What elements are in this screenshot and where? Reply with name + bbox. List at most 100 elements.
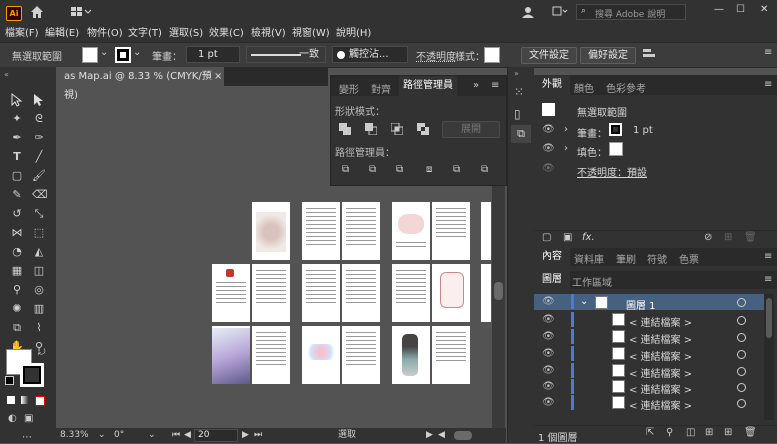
paintbrush-tool-icon[interactable]: 🖌 bbox=[32, 169, 46, 183]
free-transform-tool-icon[interactable]: ⬚ bbox=[32, 226, 46, 240]
stroke-color-box[interactable] bbox=[20, 363, 44, 387]
stroke-weight-field[interactable]: 1 pt bbox=[186, 46, 240, 63]
vertical-scroll-thumb[interactable] bbox=[494, 282, 503, 300]
lasso-tool-icon[interactable]: ᘓ bbox=[32, 112, 46, 126]
last-artboard-icon[interactable]: ⏭ bbox=[254, 428, 262, 443]
artboard-page-7[interactable] bbox=[212, 264, 250, 322]
document-setup-button[interactable]: 文件設定 bbox=[521, 47, 577, 64]
tab-appearance[interactable]: 外觀 bbox=[534, 75, 570, 95]
artboard-page-5[interactable] bbox=[432, 202, 470, 260]
item-visibility-eye-icon[interactable]: 👁 bbox=[542, 314, 555, 325]
close-window-button[interactable]: ✕ bbox=[760, 4, 772, 15]
item-target-icon[interactable] bbox=[737, 333, 746, 342]
eyedropper-tool-icon[interactable]: ⚲ bbox=[10, 283, 24, 297]
first-artboard-icon[interactable]: ⏮ bbox=[172, 428, 180, 443]
artboard-page-10[interactable] bbox=[342, 264, 380, 322]
unite-icon[interactable] bbox=[339, 123, 351, 135]
preferences-button[interactable]: 偏好設定 bbox=[580, 47, 636, 64]
rectangle-tool-icon[interactable]: ▢ bbox=[10, 169, 24, 183]
menu-view[interactable]: 檢視(V) bbox=[251, 24, 286, 39]
item-visibility-eye-icon[interactable]: 👁 bbox=[542, 331, 555, 342]
minimize-button[interactable]: — bbox=[714, 4, 726, 15]
fill-dropdown-chevron-icon[interactable]: ⌄ bbox=[100, 47, 108, 58]
stroke-visibility-eye-icon[interactable]: 👁 bbox=[542, 124, 555, 135]
fill-swatch[interactable] bbox=[82, 47, 98, 63]
item-visibility-eye-icon[interactable]: 👁 bbox=[542, 397, 555, 408]
appearance-opacity[interactable]: 不透明度：預設 bbox=[577, 164, 647, 179]
artboard-page-3[interactable] bbox=[342, 202, 380, 260]
layer-expand-chevron-icon[interactable]: ⌄ bbox=[580, 296, 588, 307]
menu-window[interactable]: 視窗(W) bbox=[292, 24, 330, 39]
clear-appearance-icon[interactable]: ⊘ bbox=[704, 232, 712, 243]
divide-icon[interactable]: ⧉ bbox=[342, 164, 349, 175]
blend-tool-icon[interactable]: ◎ bbox=[32, 283, 46, 297]
appearance-fill-swatch[interactable] bbox=[609, 142, 623, 156]
item-target-icon[interactable] bbox=[737, 350, 746, 359]
shape-builder-tool-icon[interactable]: ◔ bbox=[10, 245, 24, 259]
default-colors-icon[interactable] bbox=[5, 376, 14, 385]
artboard-page-8[interactable] bbox=[252, 264, 290, 322]
symbol-sprayer-tool-icon[interactable]: ✺ bbox=[10, 302, 24, 316]
layers-scroll-thumb[interactable] bbox=[766, 298, 772, 338]
swap-colors-icon[interactable]: ⤾ bbox=[38, 348, 46, 358]
artboards-panel-icon[interactable]: ⁙ bbox=[514, 85, 524, 99]
item-target-icon[interactable] bbox=[737, 383, 746, 392]
menu-effect[interactable]: 效果(C) bbox=[209, 24, 244, 39]
type-tool-icon[interactable]: T bbox=[10, 150, 24, 164]
artboard-tool-icon[interactable]: ⧉ bbox=[10, 321, 24, 335]
artboard-page-11[interactable] bbox=[392, 264, 430, 322]
menu-help[interactable]: 說明(H) bbox=[336, 24, 371, 39]
maximize-button[interactable]: ☐ bbox=[736, 4, 748, 15]
pen-tool-icon[interactable]: ✒ bbox=[10, 131, 24, 145]
artboard-page-4[interactable] bbox=[392, 202, 430, 260]
outline-icon[interactable]: ⧉ bbox=[453, 164, 460, 175]
layer-target-icon[interactable] bbox=[737, 298, 746, 307]
screen-mode-icon[interactable]: ▣ bbox=[24, 413, 33, 424]
item-visibility-eye-icon[interactable]: 👁 bbox=[542, 365, 555, 376]
artboard-page-14[interactable] bbox=[212, 326, 250, 384]
tab-transform[interactable]: 變形 bbox=[339, 81, 359, 96]
new-layer-icon[interactable]: ⊞ bbox=[724, 427, 732, 438]
pathfinder-panel-icon[interactable]: ⧉ bbox=[511, 125, 531, 143]
tab-layers[interactable]: 圖層 bbox=[534, 271, 570, 289]
item-name[interactable]: < 連結檔案 > bbox=[629, 365, 692, 380]
item-target-icon[interactable] bbox=[737, 367, 746, 376]
tab-color-guide[interactable]: 色彩參考 bbox=[606, 80, 646, 95]
artboard-page-18[interactable] bbox=[392, 326, 430, 384]
dock-collapse-icon[interactable]: » bbox=[514, 69, 519, 78]
artboard-page-19[interactable] bbox=[432, 326, 470, 384]
user-icon[interactable] bbox=[521, 5, 535, 19]
line-tool-icon[interactable]: ╱ bbox=[32, 150, 46, 164]
variable-width-profile[interactable]: 一致 bbox=[246, 46, 326, 63]
export-icon[interactable]: ⇱ bbox=[646, 427, 654, 438]
stroke-expand-chevron-icon[interactable]: › bbox=[564, 124, 568, 135]
delete-item-icon[interactable]: 🗑 bbox=[744, 232, 757, 243]
magic-wand-tool-icon[interactable]: ✦ bbox=[10, 112, 24, 126]
minus-front-icon[interactable] bbox=[365, 123, 378, 136]
new-sublayer-icon[interactable]: ⊞ bbox=[705, 427, 713, 438]
menu-file[interactable]: 檔案(F) bbox=[5, 24, 39, 39]
merge-icon[interactable]: ⧉ bbox=[396, 164, 403, 175]
toolbar-collapse-icon[interactable]: « bbox=[4, 70, 9, 79]
fill-visibility-eye-icon[interactable]: 👁 bbox=[542, 143, 555, 154]
pathfinder-menu-icon[interactable]: ≡ bbox=[491, 80, 499, 91]
panel-menu-icon[interactable]: ≡ bbox=[764, 47, 772, 58]
artboard-page-2[interactable] bbox=[302, 202, 340, 260]
panel-collapse-icon[interactable]: » bbox=[473, 80, 479, 91]
item-name[interactable]: < 連結檔案 > bbox=[629, 381, 692, 396]
artboard-page-9[interactable] bbox=[302, 264, 340, 322]
crop-icon[interactable]: ⧈ bbox=[426, 164, 432, 175]
status-mode[interactable]: 選取 bbox=[338, 428, 356, 443]
artboard-page-6[interactable] bbox=[481, 202, 491, 260]
artboard-page-15[interactable] bbox=[252, 326, 290, 384]
add-stroke-icon[interactable]: ▢ bbox=[542, 232, 551, 243]
appearance-stroke-value[interactable]: 1 pt bbox=[633, 125, 653, 136]
gradient-tool-icon[interactable]: ◫ bbox=[32, 264, 46, 278]
shaper-tool-icon[interactable]: ✎ bbox=[10, 188, 24, 202]
tab-swatches[interactable]: 色票 bbox=[679, 251, 699, 266]
menu-type[interactable]: 文字(T) bbox=[128, 24, 162, 39]
item-visibility-eye-icon[interactable]: 👁 bbox=[542, 348, 555, 359]
minus-back-icon[interactable]: ⧉ bbox=[481, 164, 488, 175]
item-visibility-eye-icon[interactable]: 👁 bbox=[542, 381, 555, 392]
layers-scrollbar[interactable] bbox=[764, 294, 774, 420]
